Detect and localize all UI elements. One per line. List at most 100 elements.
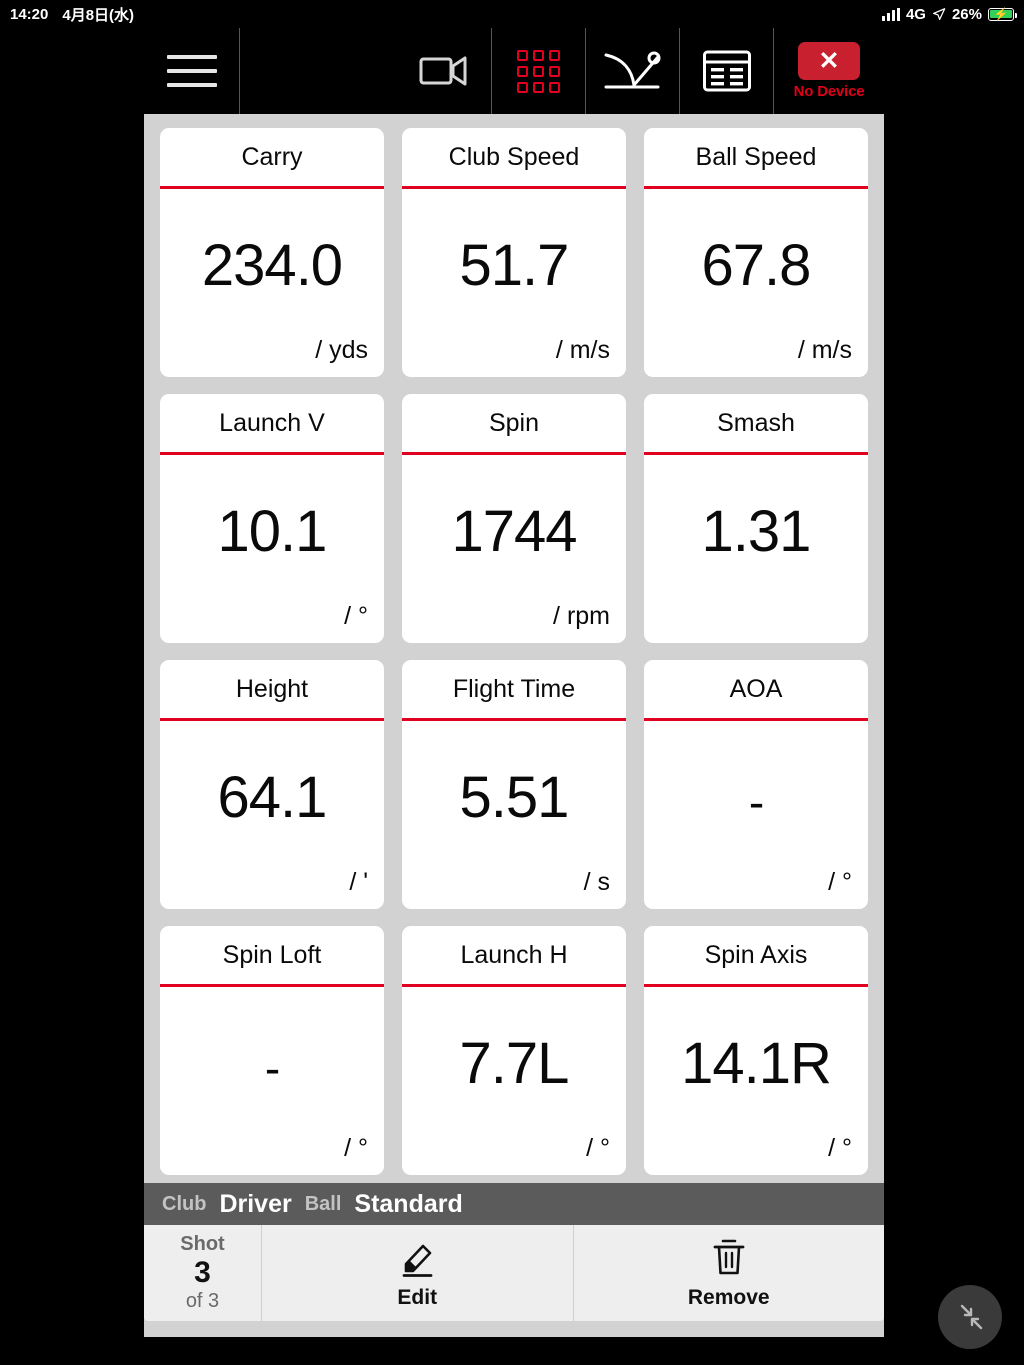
- metrics-grid: Carry 234.0 / yds Club Speed 51.7 / m/s …: [144, 114, 884, 1183]
- metric-title: Spin: [488, 409, 540, 437]
- metric-card-spin-loft[interactable]: Spin Loft - / °: [160, 926, 384, 1175]
- club-ball-bar[interactable]: Club Driver Ball Standard: [144, 1183, 884, 1225]
- ball-label: Ball: [304, 1192, 342, 1215]
- device-status-label: No Device: [793, 83, 865, 100]
- metric-value: 10.1: [217, 499, 328, 564]
- edit-label: Edit: [397, 1286, 438, 1309]
- metric-title: Spin Axis: [704, 941, 808, 969]
- video-button[interactable]: [398, 28, 492, 114]
- metric-value: -: [264, 1042, 280, 1094]
- network-type: 4G: [905, 5, 926, 23]
- metric-unit: / °: [344, 602, 368, 630]
- metric-card-spin-axis[interactable]: Spin Axis 14.1R / °: [644, 926, 868, 1175]
- data-table-icon: [702, 50, 751, 92]
- metric-body: 51.7 / m/s: [402, 189, 626, 377]
- collapse-arrows-icon: [960, 1304, 983, 1330]
- metric-card-ball-speed[interactable]: Ball Speed 67.8 / m/s: [644, 128, 868, 377]
- shot-counter: Shot 3 of 3: [144, 1225, 262, 1321]
- metric-value: 64.1: [217, 765, 328, 830]
- app-toolbar: ✕ No Device: [144, 28, 884, 114]
- shot-number: 3: [194, 1256, 211, 1290]
- metric-value: 1.31: [701, 499, 812, 564]
- ball-value: Standard: [354, 1189, 463, 1218]
- trajectory-button[interactable]: [586, 28, 680, 114]
- device-status-button[interactable]: ✕ No Device: [774, 28, 884, 114]
- metric-unit: / m/s: [797, 336, 852, 364]
- app-window: ✕ No Device Carry 234.0 / yds Club Speed…: [144, 28, 884, 1337]
- metric-title: Height: [235, 675, 309, 703]
- metric-title: Flight Time: [452, 675, 576, 703]
- metric-value: 67.8: [701, 233, 812, 298]
- metric-card-smash[interactable]: Smash 1.31: [644, 394, 868, 643]
- remove-label: Remove: [687, 1286, 770, 1309]
- status-bar-left: 14:20 4月8日(水): [10, 4, 134, 25]
- club-value: Driver: [219, 1189, 292, 1218]
- metric-card-launch-v[interactable]: Launch V 10.1 / °: [160, 394, 384, 643]
- signal-bars-icon: [881, 7, 900, 21]
- battery-percent: 26%: [951, 5, 982, 23]
- pencil-edit-icon: [402, 1244, 433, 1277]
- metric-card-height[interactable]: Height 64.1 / ': [160, 660, 384, 909]
- metric-value: 1744: [451, 499, 577, 564]
- location-arrow-icon: [932, 8, 946, 21]
- metric-value: 234.0: [201, 233, 343, 298]
- shot-label: Shot: [180, 1233, 225, 1256]
- launch-angle-icon: [604, 51, 660, 89]
- metric-body: 7.7L / °: [402, 987, 626, 1175]
- grid-view-button[interactable]: [492, 28, 586, 114]
- shot-total: of 3: [185, 1289, 220, 1312]
- charging-bolt-icon: ⚡: [993, 7, 1009, 21]
- collapse-fab-button[interactable]: [938, 1285, 1002, 1349]
- metric-body: 1.31: [644, 455, 868, 643]
- metric-title: Launch H: [460, 941, 568, 969]
- metric-title: Smash: [717, 409, 795, 437]
- club-label: Club: [162, 1192, 207, 1215]
- remove-button[interactable]: Remove: [572, 1225, 885, 1321]
- metric-unit: / yds: [315, 336, 368, 364]
- metric-body: - / °: [644, 721, 868, 909]
- status-date: 4月8日(水): [62, 6, 135, 24]
- metric-body: 234.0 / yds: [160, 189, 384, 377]
- metric-card-flight-time[interactable]: Flight Time 5.51 / s: [402, 660, 626, 909]
- metric-title: Launch V: [219, 409, 325, 437]
- metric-unit: / °: [828, 1134, 852, 1162]
- metric-unit: / rpm: [553, 602, 610, 630]
- metric-body: 67.8 / m/s: [644, 189, 868, 377]
- metric-unit: / °: [828, 868, 852, 896]
- close-icon: ✕: [798, 42, 860, 80]
- status-time: 14:20: [10, 5, 49, 23]
- metric-card-club-speed[interactable]: Club Speed 51.7 / m/s: [402, 128, 626, 377]
- metric-value: 51.7: [459, 233, 570, 298]
- grid-3x3-icon: [517, 49, 560, 93]
- metric-value: 14.1R: [681, 1031, 832, 1096]
- menu-button[interactable]: [144, 28, 240, 114]
- metric-title: Carry: [241, 143, 303, 171]
- metric-card-carry[interactable]: Carry 234.0 / yds: [160, 128, 384, 377]
- metric-title: Ball Speed: [695, 143, 817, 171]
- metric-unit: / °: [344, 1134, 368, 1162]
- hamburger-menu-icon: [166, 55, 217, 87]
- status-bar-right: 4G 26% ⚡: [881, 5, 1017, 23]
- metric-body: 1744 / rpm: [402, 455, 626, 643]
- metric-title: Spin Loft: [222, 941, 322, 969]
- metric-body: 64.1 / ': [160, 721, 384, 909]
- metric-card-launch-h[interactable]: Launch H 7.7L / °: [402, 926, 626, 1175]
- metric-value: 7.7L: [459, 1031, 570, 1096]
- metric-unit: / ': [349, 868, 368, 896]
- metric-title: Club Speed: [448, 143, 580, 171]
- edit-button[interactable]: Edit: [262, 1225, 573, 1321]
- metric-body: 5.51 / s: [402, 721, 626, 909]
- metric-body: 14.1R / °: [644, 987, 868, 1175]
- metric-card-spin[interactable]: Spin 1744 / rpm: [402, 394, 626, 643]
- metric-card-aoa[interactable]: AOA - / °: [644, 660, 868, 909]
- table-view-button[interactable]: [680, 28, 774, 114]
- metric-unit: / m/s: [555, 336, 610, 364]
- battery-icon: ⚡: [988, 7, 1017, 21]
- metric-unit: / s: [583, 868, 610, 896]
- metric-body: - / °: [160, 987, 384, 1175]
- video-camera-icon: [419, 56, 466, 86]
- metric-title: AOA: [729, 675, 783, 703]
- footer-bar: Shot 3 of 3 Edit Remove: [144, 1225, 884, 1321]
- metric-value: -: [748, 776, 764, 828]
